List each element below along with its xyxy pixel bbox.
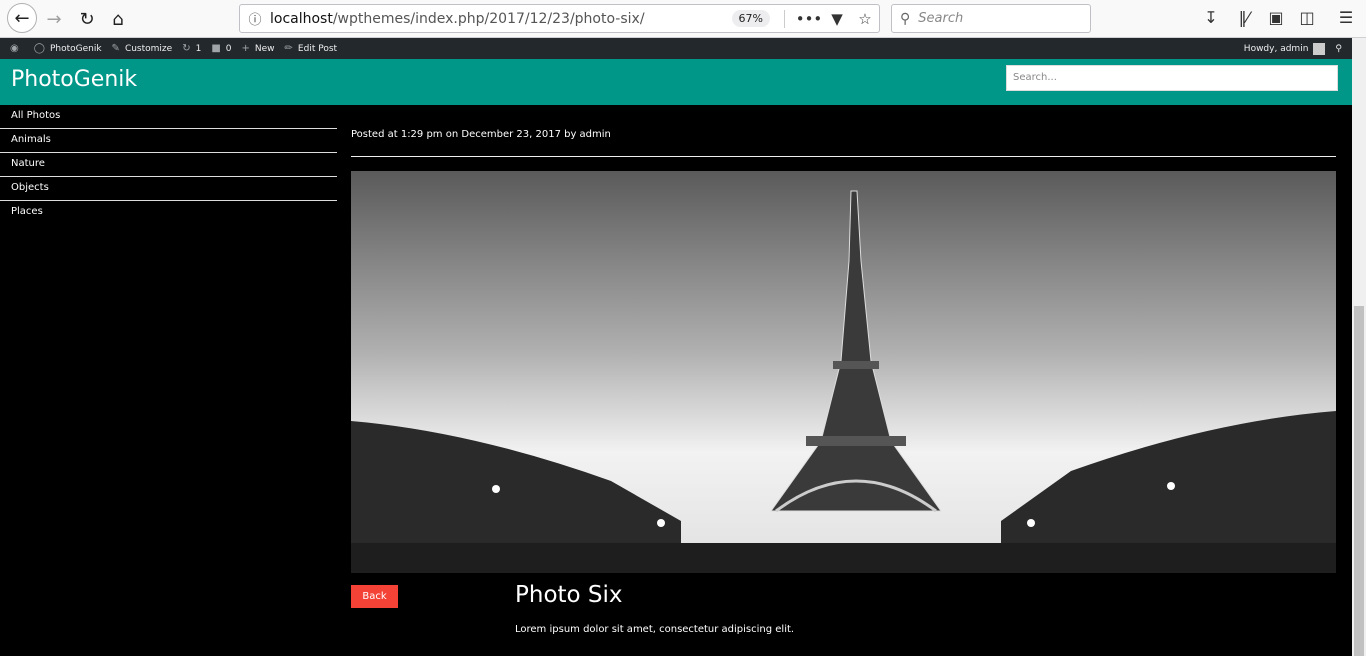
avatar[interactable] (1313, 42, 1326, 55)
sidebar-item-nature[interactable]: Nature (0, 153, 337, 177)
dashboard-icon: ◯ (33, 43, 45, 54)
url-text[interactable]: localhost/wpthemes/index.php/2017/12/23/… (270, 11, 732, 27)
howdy-account-link[interactable]: Howdy, admin (1244, 44, 1309, 54)
post-title: Photo Six (515, 582, 623, 608)
pencil-icon: ✏ (284, 43, 293, 54)
search-icon: ⚲ (900, 10, 911, 27)
sidebar-item-animals[interactable]: Animals (0, 129, 337, 153)
new-content-link[interactable]: + New (242, 43, 275, 54)
pocket-icon[interactable]: ▼ (823, 10, 851, 28)
url-host: localhost (270, 10, 333, 27)
url-path: /wpthemes/index.php/2017/12/23/photo-six… (332, 10, 645, 27)
customize-link[interactable]: ✎ Customize (112, 43, 173, 54)
sidebar-item-objects[interactable]: Objects (0, 177, 337, 201)
scrollbar-thumb[interactable] (1354, 306, 1364, 656)
post-body: Lorem ipsum dolor sit amet, consectetur … (515, 624, 795, 635)
browser-search-input[interactable]: ⚲ Search (891, 4, 1091, 33)
admin-site-name: PhotoGenik (49, 43, 102, 54)
download-icon[interactable]: ↧ (1199, 8, 1223, 30)
library-icon[interactable]: ‖⁄ (1232, 8, 1256, 30)
back-arrow-icon[interactable]: ← (7, 3, 37, 33)
extension-icon[interactable]: ▣ (1264, 8, 1288, 30)
comment-icon: ■ (211, 43, 221, 54)
url-divider (784, 9, 785, 28)
wp-admin-bar: ◉ ◯ PhotoGenik ✎ Customize ↻ 1 ■ 0 + New ✏ Edi… (0, 38, 1352, 59)
eiffel-tower-image (351, 171, 1336, 573)
divider (351, 156, 1336, 157)
sidebar-item-all-photos[interactable]: All Photos (0, 105, 337, 129)
customize-label: Customize (124, 43, 173, 54)
post-meta: Posted at 1:29 pm on December 23, 2017 b… (351, 129, 611, 140)
site-search-input[interactable]: Search... (1006, 65, 1338, 91)
brush-icon: ✎ (111, 43, 120, 54)
search-placeholder: Search (918, 11, 964, 26)
admin-search-icon[interactable]: ⚲ (1335, 44, 1342, 54)
sidebar-item-places[interactable]: Places (0, 201, 337, 225)
back-button[interactable]: Back (351, 585, 398, 608)
browser-toolbar: ← → ↻ ⌂ ⓘ localhost/wpthemes/index.php/2… (0, 0, 1366, 38)
forward-arrow-icon[interactable]: → (40, 5, 68, 33)
info-icon[interactable]: ⓘ (240, 9, 270, 28)
post-photo (351, 171, 1336, 573)
site-header: PhotoGenik Search... (0, 59, 1352, 105)
edit-post-label: Edit Post (297, 43, 338, 54)
comments-link[interactable]: ■ 0 (211, 43, 231, 54)
updates-link[interactable]: ↻ 1 (182, 43, 201, 54)
page-actions-icon[interactable]: ••• (795, 10, 823, 28)
home-icon[interactable]: ⌂ (104, 5, 132, 33)
wordpress-logo-icon[interactable]: ◉ (10, 43, 24, 54)
edit-post-link[interactable]: ✏ Edit Post (285, 43, 338, 54)
admin-site-link[interactable]: ◯ PhotoGenik (34, 43, 102, 54)
new-label: New (254, 43, 275, 54)
page-scrollbar[interactable] (1352, 38, 1366, 656)
site-title[interactable]: PhotoGenik (11, 67, 137, 92)
updates-icon: ↻ (182, 43, 191, 54)
bookmark-star-icon[interactable]: ☆ (851, 10, 879, 28)
plus-icon: + (241, 43, 250, 54)
sidebar-toggle-icon[interactable]: ◫ (1295, 8, 1319, 30)
reload-icon[interactable]: ↻ (73, 5, 101, 33)
updates-count: 1 (195, 43, 202, 54)
sidebar-nav: All Photos Animals Nature Objects Places (0, 105, 337, 225)
menu-icon[interactable]: ☰ (1334, 8, 1358, 30)
address-bar[interactable]: ⓘ localhost/wpthemes/index.php/2017/12/2… (239, 4, 880, 33)
zoom-badge[interactable]: 67% (731, 10, 770, 27)
comments-count: 0 (225, 43, 232, 54)
